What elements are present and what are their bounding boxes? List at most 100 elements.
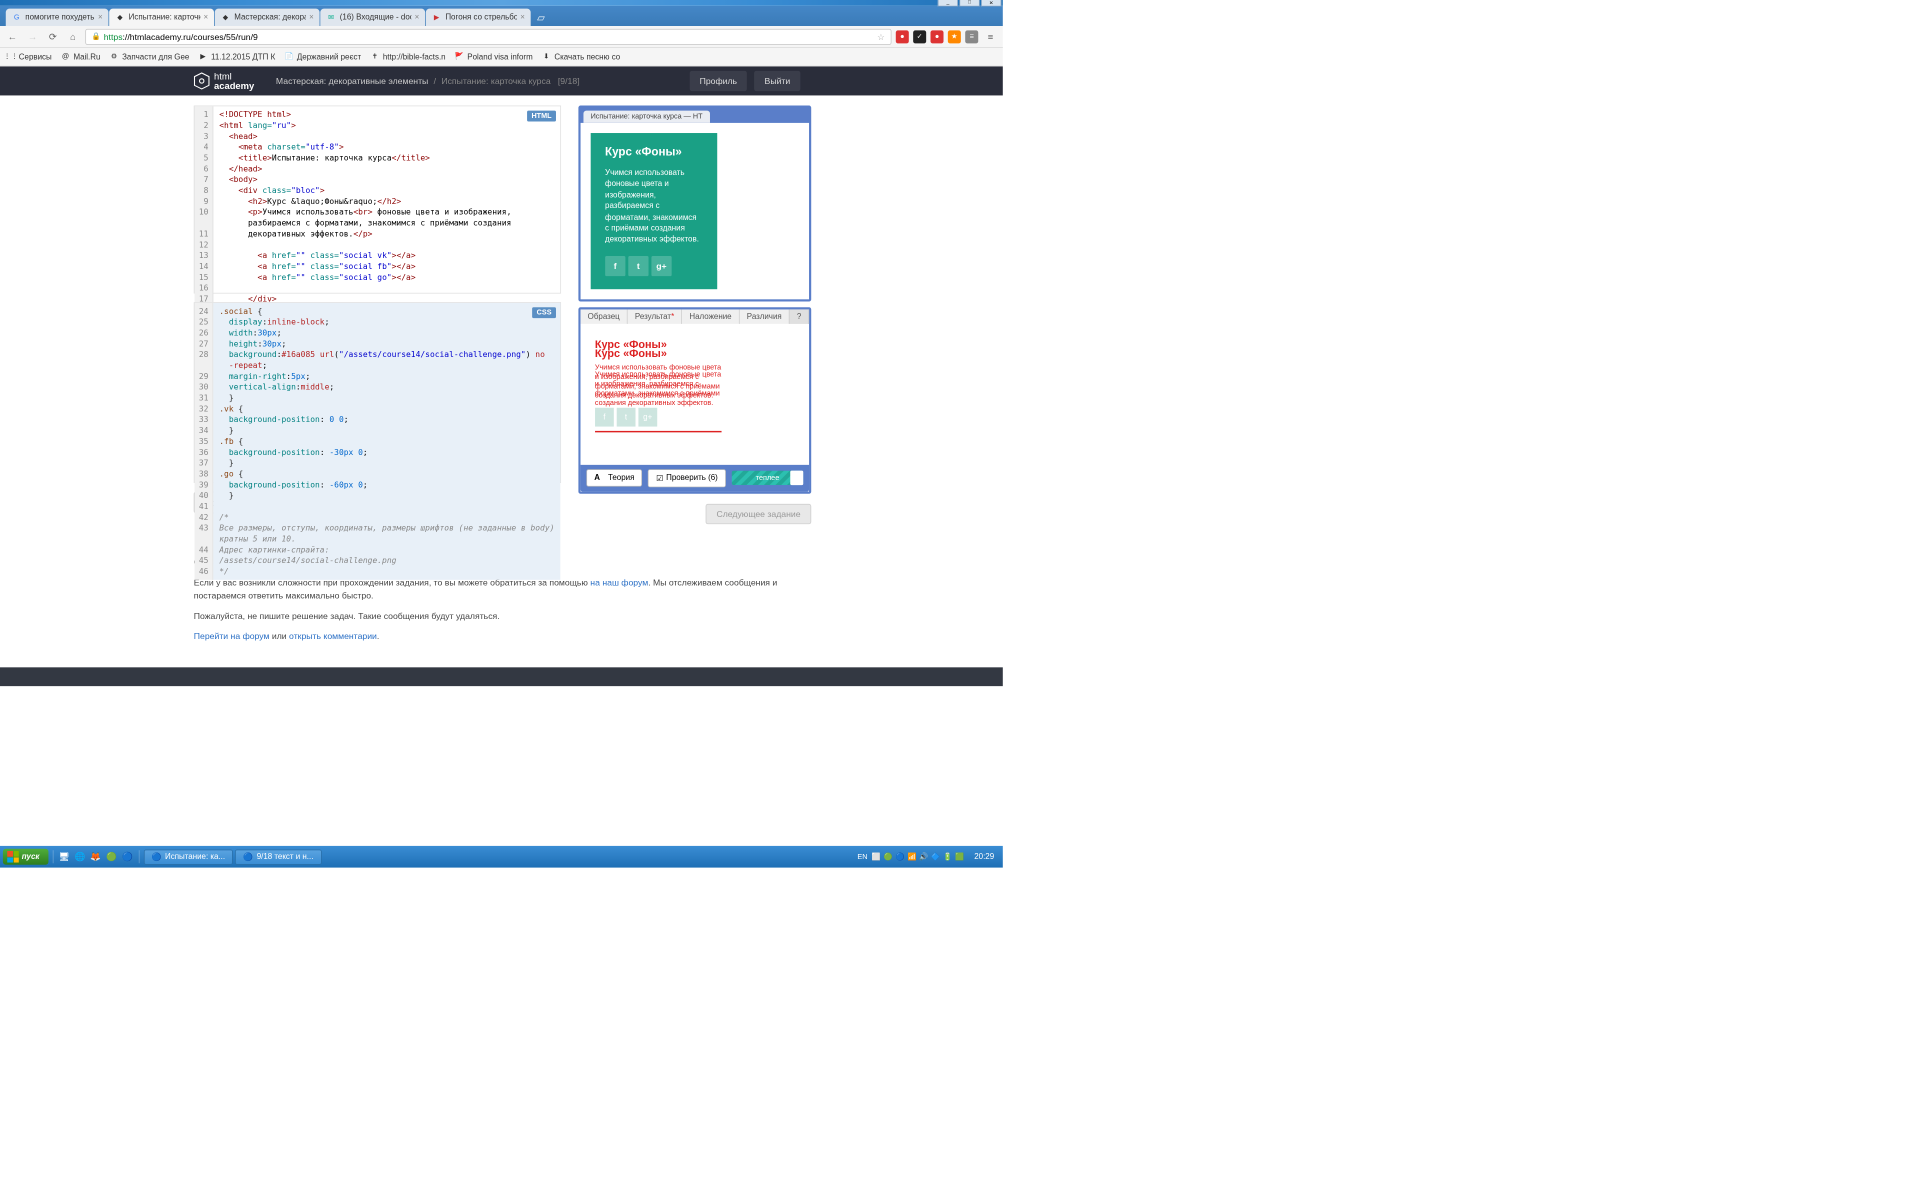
social-icon[interactable]: g+ <box>651 256 671 276</box>
bookmark-item[interactable]: ▶11.12.2015 ДТП К <box>198 52 275 62</box>
quick-launch-icon[interactable]: 🌐 <box>73 850 86 863</box>
task-icon: 🔵 <box>151 852 161 861</box>
extension-icon[interactable]: ● <box>896 30 909 43</box>
tray-icon[interactable]: 🔵 <box>896 853 905 861</box>
site-logo[interactable]: htmlacademy <box>194 72 254 91</box>
check-icon: ☑ <box>656 473 663 482</box>
taskbar-item[interactable]: 🔵9/18 текст и н... <box>235 849 321 864</box>
progress-knob[interactable] <box>790 471 803 485</box>
course-card: Курс «Фоны» Учимся использовать фоновые … <box>591 133 718 289</box>
lesson-counter: [9/18] <box>558 76 580 86</box>
bookmark-label: http://bible-facts.n <box>383 52 446 61</box>
tray-icon[interactable]: 🟩 <box>955 853 964 861</box>
tab-title: (16) Входящие - doo <box>340 13 411 22</box>
bookmark-item[interactable]: ✝http://bible-facts.n <box>370 52 446 62</box>
chrome-menu-icon[interactable]: ≡ <box>983 29 999 45</box>
bookmark-item[interactable]: ⋮⋮Сервисы <box>6 52 52 62</box>
logout-button[interactable]: Выйти <box>754 71 800 91</box>
quick-launch-icon[interactable]: 🟢 <box>105 850 118 863</box>
css-editor[interactable]: CSS 2425262728 2930313233343536373839404… <box>194 302 561 483</box>
bookmark-label: Державний реєст <box>297 52 361 61</box>
bookmark-icon: ▶ <box>198 52 208 62</box>
comments-links: Перейти на форум или открыть комментарии… <box>194 630 809 643</box>
window-close[interactable]: ✕ <box>981 0 1001 7</box>
favicon-icon: ◆ <box>115 12 125 22</box>
result-tab[interactable]: Результат* <box>628 309 682 323</box>
tray-icon[interactable]: 🔊 <box>919 853 928 861</box>
nav-forward-icon[interactable]: → <box>25 29 41 45</box>
html-editor[interactable]: HTML 12345678910 1112131415161718 <!DOCT… <box>194 106 561 294</box>
tab-close-icon[interactable]: × <box>204 13 209 22</box>
nav-back-icon[interactable]: ← <box>4 29 20 45</box>
browser-tab[interactable]: ✉(16) Входящие - doo× <box>320 9 425 26</box>
result-tab[interactable]: Образец <box>580 309 627 323</box>
check-button[interactable]: ☑Проверить (6) <box>648 469 726 487</box>
new-tab-button[interactable]: ▱ <box>531 9 550 26</box>
forum-link-inline[interactable]: на наш форум <box>590 577 648 587</box>
tab-close-icon[interactable]: × <box>415 13 420 22</box>
bookmark-icon: 📄 <box>284 52 294 62</box>
logo-text: htmlacademy <box>214 72 254 91</box>
language-indicator[interactable]: EN <box>857 853 867 861</box>
quick-launch-icon[interactable]: 🔵 <box>121 850 134 863</box>
result-tab[interactable]: Различия <box>740 309 790 323</box>
system-tray: EN ⬜🟢🔵📶🔊🔷🔋🟩 20:29 <box>857 852 999 861</box>
browser-tab[interactable]: ◆Мастерская: декорат× <box>215 9 320 26</box>
bookmark-item[interactable]: ⚙Запчасти для Gee <box>109 52 189 62</box>
bookmark-label: Скачать песню со <box>554 52 620 61</box>
result-tab[interactable]: Наложение <box>682 309 739 323</box>
browser-tab[interactable]: ◆Испытание: карточк× <box>109 9 214 26</box>
bookmark-label: Poland visa inform <box>467 52 532 61</box>
social-icon[interactable]: f <box>605 256 625 276</box>
tray-icon[interactable]: 🔷 <box>931 853 940 861</box>
start-button[interactable]: пуск <box>3 849 48 865</box>
tab-close-icon[interactable]: × <box>98 13 103 22</box>
browser-tabs-bar: Gпомогите похудеть×◆Испытание: карточк×◆… <box>0 6 1003 26</box>
nav-home-icon[interactable]: ⌂ <box>65 29 81 45</box>
bookmark-item[interactable]: 🚩Poland visa inform <box>454 52 532 62</box>
bookmark-item[interactable]: @Mail.Ru <box>60 52 100 62</box>
nav-reload-icon[interactable]: ⟳ <box>45 29 61 45</box>
theory-button[interactable]: A Теория <box>586 469 642 486</box>
tab-title: Погоня со стрельбой <box>445 13 516 22</box>
bookmark-item[interactable]: ⬇Скачать песню со <box>541 52 620 62</box>
css-gutter: 2425262728 29303132333435363738394041424… <box>194 303 213 580</box>
result-tab[interactable]: ? <box>790 309 810 323</box>
extension-icon[interactable]: ● <box>931 30 944 43</box>
profile-button[interactable]: Профиль <box>689 71 747 91</box>
site-footer-strip <box>0 667 1003 686</box>
browser-tab[interactable]: ▶Погоня со стрельбой× <box>426 9 531 26</box>
taskbar-item[interactable]: 🔵Испытание: ка... <box>144 849 234 864</box>
tab-close-icon[interactable]: × <box>520 13 525 22</box>
extension-icon[interactable]: ✓ <box>913 30 926 43</box>
tray-icon[interactable]: 📶 <box>908 853 917 861</box>
tray-icon[interactable]: 🔋 <box>943 853 952 861</box>
extension-icon[interactable]: ★ <box>948 30 961 43</box>
bookmark-label: Запчасти для Gee <box>122 52 189 61</box>
css-code[interactable]: .social { display:inline-block; width:30… <box>213 303 560 580</box>
breadcrumb-parent[interactable]: Мастерская: декоративные элементы <box>276 76 428 86</box>
social-icon-ghost: f <box>595 408 614 427</box>
bookmark-item[interactable]: 📄Державний реєст <box>284 52 361 62</box>
browser-tab[interactable]: Gпомогите похудеть× <box>6 9 109 26</box>
logo-icon <box>194 73 210 89</box>
star-icon[interactable]: ☆ <box>877 31 885 41</box>
window-maximize[interactable]: □ <box>959 0 979 7</box>
tab-close-icon[interactable]: × <box>309 13 314 22</box>
extension-icon[interactable]: ≡ <box>965 30 978 43</box>
html-code[interactable]: <!DOCTYPE html> <html lang="ru"> <head> … <box>213 106 560 329</box>
quick-launch-icon[interactable]: 🦊 <box>89 850 102 863</box>
window-minimize[interactable]: _ <box>938 0 958 7</box>
bookmark-icon: @ <box>60 52 70 62</box>
overlay-title-2: Курс «Фоны» <box>595 348 722 360</box>
social-icon[interactable]: t <box>628 256 648 276</box>
quick-launch-icon[interactable]: 🖥 <box>58 850 71 863</box>
bookmark-label: Сервисы <box>19 52 52 61</box>
forum-link[interactable]: Перейти на форум <box>194 631 270 641</box>
next-task-button[interactable]: Следующее задание <box>706 504 812 524</box>
bookmark-icon: ⚙ <box>109 52 119 62</box>
open-comments-link[interactable]: открыть комментарии <box>289 631 377 641</box>
tray-icon[interactable]: 🟢 <box>884 853 893 861</box>
address-bar[interactable]: 🔒 https://htmlacademy.ru/courses/55/run/… <box>85 29 891 45</box>
tray-icon[interactable]: ⬜ <box>872 853 881 861</box>
